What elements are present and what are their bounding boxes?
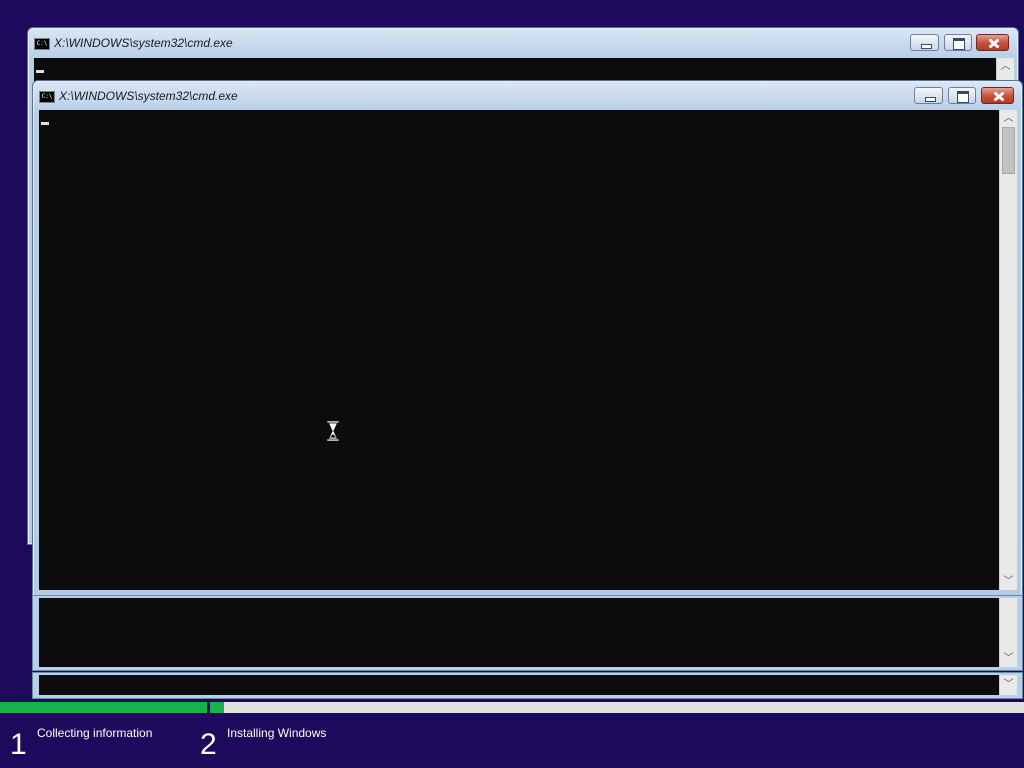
close-icon [977, 35, 1008, 50]
front-scrollbar[interactable]: ︿ ﹀ [999, 110, 1017, 590]
progress-step-1-fill [0, 702, 207, 713]
bottom-scrollbar[interactable]: ﹀ [999, 675, 1017, 695]
back-text-cursor [36, 70, 44, 73]
step-number: 2 [200, 728, 217, 761]
minimize-icon [915, 88, 942, 103]
bottom-console-area[interactable] [39, 675, 999, 695]
front-maximize-button[interactable] [948, 87, 976, 104]
scroll-thumb[interactable] [1002, 127, 1015, 174]
step-number: 1 [10, 728, 27, 761]
minimize-icon [911, 35, 938, 50]
front-window-title: X:\WINDOWS\system32\cmd.exe [59, 89, 238, 103]
step-label: Installing Windows [227, 726, 327, 740]
back-maximize-button[interactable] [944, 34, 972, 51]
lower-console-pane[interactable]: ﹀ [32, 595, 1023, 671]
scroll-down-icon[interactable]: ﹀ [1000, 650, 1017, 667]
front-cmd-window[interactable]: C:\ X:\WINDOWS\system32\cmd.exe ︿ ﹀ [32, 80, 1023, 597]
back-minimize-button[interactable] [910, 34, 939, 51]
front-minimize-button[interactable] [914, 87, 943, 104]
lower-scrollbar[interactable]: ﹀ [999, 598, 1017, 667]
maximize-icon [949, 88, 975, 103]
scroll-up-icon[interactable]: ︿ [1000, 110, 1017, 127]
hourglass-icon [327, 421, 339, 441]
progress-step-2-fill [210, 702, 224, 713]
bottom-console-pane[interactable]: ﹀ [32, 672, 1023, 699]
lower-console-area[interactable] [39, 598, 999, 667]
step-label: Collecting information [37, 726, 153, 740]
back-window-titlebar[interactable]: C:\ X:\WINDOWS\system32\cmd.exe [28, 28, 1018, 56]
front-close-button[interactable] [981, 87, 1014, 104]
maximize-icon [945, 35, 971, 50]
close-icon [982, 88, 1013, 103]
scroll-down-icon[interactable]: ﹀ [1000, 573, 1017, 590]
front-window-titlebar[interactable]: C:\ X:\WINDOWS\system32\cmd.exe [33, 81, 1022, 109]
front-console-area[interactable] [39, 110, 999, 590]
scroll-down-icon[interactable]: ﹀ [1000, 676, 1017, 693]
back-window-title: X:\WINDOWS\system32\cmd.exe [54, 36, 233, 50]
setup-progress-bar [0, 702, 1024, 713]
scroll-up-icon[interactable]: ︿ [997, 58, 1014, 75]
cmd-icon: C:\ [39, 91, 55, 103]
back-close-button[interactable] [976, 34, 1009, 51]
front-text-cursor [41, 122, 49, 125]
cmd-icon: C:\ [34, 38, 50, 50]
